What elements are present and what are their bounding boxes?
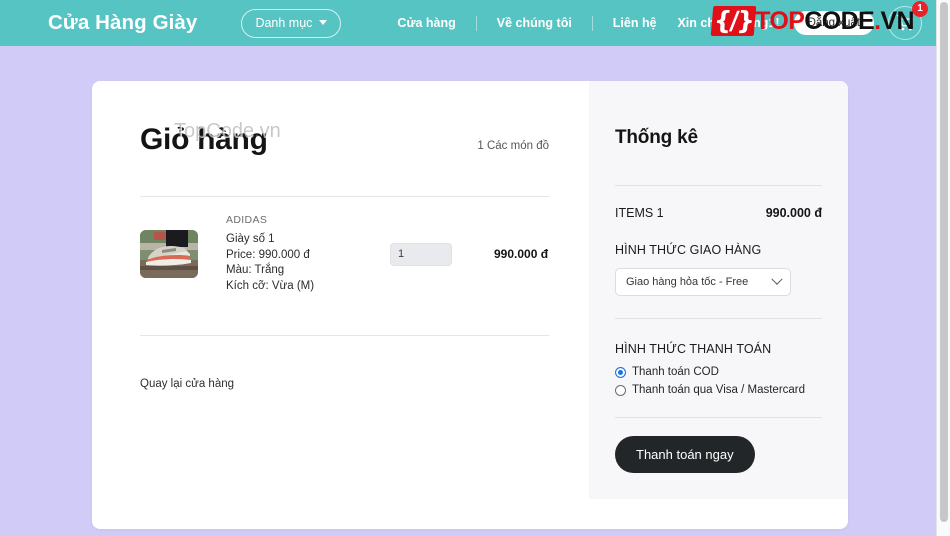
scrollbar-thumb[interactable] bbox=[940, 2, 948, 522]
sneaker-photo bbox=[140, 230, 198, 278]
nav-item-store[interactable]: Cửa hàng bbox=[377, 15, 477, 31]
summary-items-label: ITEMS 1 bbox=[615, 206, 664, 220]
product-price: Price: 990.000 đ bbox=[226, 248, 310, 261]
payment-method-label: HÌNH THỨC THANH TOÁN bbox=[615, 342, 772, 356]
page-title: Giỏ hàng bbox=[140, 123, 268, 156]
page-scrollbar[interactable] bbox=[936, 0, 950, 536]
site-logo[interactable]: Cửa Hàng Giày bbox=[48, 11, 197, 35]
browser-viewport: Cửa Hàng Giày Danh mục Cửa hàng Về chúng… bbox=[0, 0, 936, 536]
shipping-method-label: HÌNH THỨC GIAO HÀNG bbox=[615, 243, 762, 257]
cart-section: Giỏ hàng 1 Các món đồ ADIDAS Giày số 1 P… bbox=[92, 81, 589, 529]
header-user-area: Xin chào, trung1! Đăng xuất 1 bbox=[677, 1, 928, 40]
cart-header: Giỏ hàng 1 Các món đồ bbox=[140, 123, 549, 157]
order-summary-panel: Thống kê ITEMS 1 990.000 đ HÌNH THỨC GIA… bbox=[589, 81, 848, 499]
page-body: Giỏ hàng 1 Các món đồ ADIDAS Giày số 1 P… bbox=[0, 46, 936, 536]
shipping-method-selected-value: Giao hàng hỏa tốc - Free bbox=[626, 276, 749, 288]
summary-items-value: 990.000 đ bbox=[765, 206, 822, 220]
summary-divider-3 bbox=[615, 417, 822, 418]
quantity-input[interactable] bbox=[390, 242, 452, 266]
checkout-button[interactable]: Thanh toán ngay bbox=[615, 436, 755, 473]
site-header: Cửa Hàng Giày Danh mục Cửa hàng Về chúng… bbox=[0, 0, 936, 46]
payment-option-card-label: Thanh toán qua Visa / Mastercard bbox=[632, 384, 806, 396]
category-dropdown-button[interactable]: Danh mục bbox=[241, 8, 342, 38]
cart-item-row: ADIDAS Giày số 1 Price: 990.000 đ Màu: T… bbox=[140, 197, 549, 304]
category-dropdown-label: Danh mục bbox=[255, 15, 313, 30]
logout-button[interactable]: Đăng xuất bbox=[793, 11, 874, 35]
chevron-down-icon bbox=[319, 20, 328, 25]
shopping-cart-icon bbox=[897, 15, 913, 31]
product-brand: ADIDAS bbox=[226, 214, 268, 226]
nav-item-about[interactable]: Về chúng tôi bbox=[477, 15, 593, 31]
product-line-total: 990.000 đ bbox=[494, 247, 549, 261]
radio-cod-icon[interactable] bbox=[615, 367, 626, 378]
summary-divider-2 bbox=[615, 318, 822, 319]
radio-card-icon[interactable] bbox=[615, 385, 626, 396]
product-name: Giày số 1 bbox=[226, 233, 275, 245]
product-size: Kích cỡ: Vừa (M) bbox=[226, 279, 315, 292]
back-to-store-link[interactable]: Quay lại cửa hàng bbox=[140, 378, 234, 390]
summary-title: Thống kê bbox=[615, 127, 698, 148]
cart-card: Giỏ hàng 1 Các món đồ ADIDAS Giày số 1 P… bbox=[92, 81, 848, 529]
payment-option-cod[interactable]: Thanh toán COD bbox=[615, 365, 822, 380]
product-color: Màu: Trắng bbox=[226, 264, 285, 276]
product-thumbnail[interactable] bbox=[140, 230, 198, 278]
summary-divider-1 bbox=[615, 185, 822, 186]
shipping-method-select[interactable]: Giao hàng hỏa tốc - Free bbox=[615, 268, 791, 296]
chevron-down-icon bbox=[771, 273, 783, 285]
summary-items-row: ITEMS 1 990.000 đ bbox=[615, 206, 822, 220]
cart-count-badge: 1 bbox=[912, 1, 928, 17]
divider-bottom bbox=[140, 335, 549, 336]
nav-item-contact[interactable]: Liên hệ bbox=[593, 16, 677, 31]
main-navigation: Cửa hàng Về chúng tôi Liên hệ bbox=[377, 15, 677, 31]
payment-option-cod-label: Thanh toán COD bbox=[632, 366, 719, 378]
cart-button[interactable]: 1 bbox=[888, 1, 928, 40]
user-greeting: Xin chào, trung1! bbox=[677, 16, 780, 30]
cart-item-count: 1 Các món đồ bbox=[477, 140, 549, 152]
product-details: ADIDAS Giày số 1 Price: 990.000 đ Màu: T… bbox=[226, 214, 362, 294]
payment-option-card[interactable]: Thanh toán qua Visa / Mastercard bbox=[615, 383, 822, 398]
